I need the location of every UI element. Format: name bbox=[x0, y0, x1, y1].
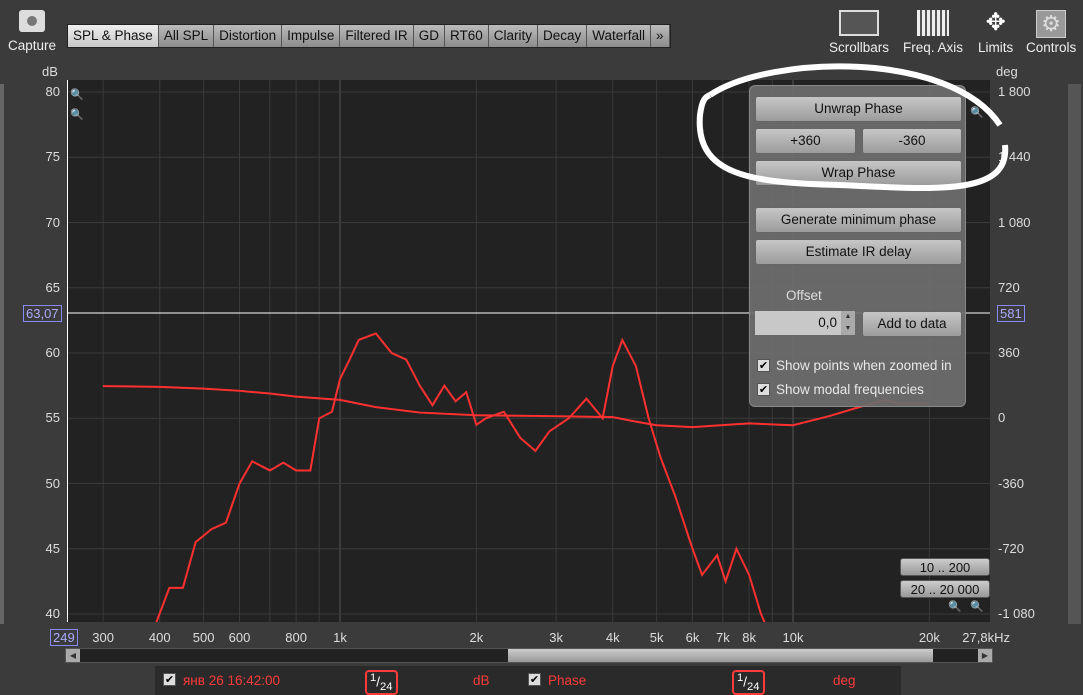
left-axis-unit: dB bbox=[42, 64, 58, 79]
x-tick-label: 6k bbox=[685, 630, 700, 645]
tab-7[interactable]: Clarity bbox=[488, 25, 538, 47]
left-tick-label: 80 bbox=[45, 84, 60, 99]
left-tick-label: 50 bbox=[45, 475, 60, 491]
cursor-db-readout: 63,07 bbox=[23, 305, 62, 322]
freq-axis-icon bbox=[917, 10, 950, 36]
right-tick-label: -1 080 bbox=[998, 606, 1035, 621]
show-points-label: Show points when zoomed in bbox=[776, 358, 952, 373]
smoothing-spl-button[interactable]: 1/24 bbox=[365, 670, 398, 695]
left-tick-label: 60 bbox=[45, 345, 60, 360]
limits-button[interactable]: ✥ Limits bbox=[978, 9, 1013, 56]
smoothing-num: 1 bbox=[737, 672, 744, 684]
tab-1[interactable]: All SPL bbox=[158, 25, 215, 47]
x-tick-label: 1k bbox=[333, 630, 347, 645]
x-tick-label: 20k bbox=[918, 630, 940, 645]
cursor-freq-readout: 249 bbox=[50, 629, 78, 646]
capture-button[interactable]: Capture bbox=[8, 10, 56, 53]
right-tick-label: 720 bbox=[998, 279, 1020, 295]
show-modal-label: Show modal frequencies bbox=[776, 382, 924, 397]
scrollbars-icon bbox=[839, 10, 880, 36]
freq-axis-button[interactable]: Freq. Axis bbox=[903, 10, 963, 55]
show-modal-checkbox[interactable]: ✔ bbox=[757, 383, 770, 396]
phase-label: Phase bbox=[548, 673, 587, 688]
camera-icon bbox=[19, 10, 46, 32]
x-tick-label: 8k bbox=[742, 630, 756, 645]
tab-0[interactable]: SPL & Phase bbox=[68, 25, 159, 47]
zoom-out-icon[interactable]: 🔍 bbox=[70, 108, 84, 121]
measurement-checkbox[interactable]: ✔ bbox=[163, 673, 176, 686]
left-tick-label: 45 bbox=[45, 540, 60, 556]
right-tick-label: 1 080 bbox=[998, 214, 1031, 230]
x-tick-label: 300 bbox=[92, 630, 114, 645]
zoom-in-icon[interactable]: 🔍 bbox=[70, 88, 84, 101]
x-tick-label: 800 bbox=[285, 630, 307, 645]
phase-unit: deg bbox=[833, 673, 856, 688]
smoothing-den: 24 bbox=[747, 681, 760, 694]
left-tick-label: 40 bbox=[45, 606, 60, 621]
measurement-name: янв 26 16:42:00 bbox=[183, 673, 281, 688]
scrollbar-thumb[interactable] bbox=[508, 649, 933, 662]
tab-6[interactable]: RT60 bbox=[444, 25, 489, 47]
tab-9[interactable]: Waterfall bbox=[587, 25, 652, 47]
smoothing-den: 24 bbox=[380, 681, 393, 694]
add-to-data-button[interactable]: Add to data bbox=[862, 311, 962, 337]
zoom-out-icon[interactable]: 🔍 bbox=[948, 600, 962, 613]
gear-icon: ⚙ bbox=[1036, 10, 1067, 38]
scrollbars-button[interactable]: Scrollbars bbox=[829, 10, 889, 55]
right-tick-label: -720 bbox=[998, 540, 1025, 556]
left-tick-label: 65 bbox=[45, 279, 60, 295]
legend-bar: ✔ янв 26 16:42:00 1/24 dB ✔ Phase 1/24 d… bbox=[155, 666, 901, 695]
x-tick-label: 7k bbox=[715, 630, 730, 645]
tab-5[interactable]: GD bbox=[413, 25, 445, 47]
x-tick-label: 400 bbox=[148, 630, 171, 645]
right-scrollbar[interactable] bbox=[1068, 84, 1081, 624]
right-tick-label: 0 bbox=[998, 410, 1006, 426]
horizontal-scrollbar[interactable]: ◀ ▶ bbox=[65, 648, 993, 663]
range-10-200-button[interactable]: 10 .. 200 bbox=[900, 558, 990, 576]
offset-label: Offset bbox=[786, 288, 822, 303]
right-tick-label: 360 bbox=[998, 345, 1020, 360]
range-20-20000-button[interactable]: 20 .. 20 000 bbox=[900, 580, 990, 598]
estimate-ir-delay-button[interactable]: Estimate IR delay bbox=[755, 239, 962, 265]
x-tick-label: 600 bbox=[228, 630, 251, 645]
controls-button[interactable]: ⚙ Controls bbox=[1026, 10, 1076, 55]
spl-unit: dB bbox=[473, 673, 490, 688]
phase-checkbox[interactable]: ✔ bbox=[528, 673, 541, 686]
smoothing-num: 1 bbox=[370, 672, 377, 684]
spl-curve bbox=[148, 332, 774, 641]
tab-10[interactable]: » bbox=[651, 25, 670, 47]
left-tick-label: 70 bbox=[45, 214, 60, 230]
show-points-checkbox[interactable]: ✔ bbox=[757, 359, 770, 372]
x-tick-label: 5k bbox=[649, 630, 664, 645]
x-tick-label: 27,8kHz bbox=[962, 630, 1010, 645]
x-tick-label: 2k bbox=[469, 630, 484, 645]
offset-stepper[interactable]: ▲ ▼ bbox=[841, 311, 855, 335]
zoom-in-icon[interactable]: 🔍 bbox=[970, 600, 984, 613]
left-tick-label: 55 bbox=[45, 410, 60, 426]
x-tick-label: 10k bbox=[782, 630, 804, 645]
tab-4[interactable]: Filtered IR bbox=[340, 25, 414, 47]
left-tick-label: 75 bbox=[45, 149, 60, 165]
scroll-right-icon[interactable]: ▶ bbox=[978, 649, 992, 662]
right-tick-label: -360 bbox=[998, 475, 1025, 491]
x-tick-label: 3k bbox=[549, 630, 563, 645]
tab-2[interactable]: Distortion bbox=[214, 25, 283, 47]
tab-bar: SPL & Phase All SPL Distortion Impulse Filte… bbox=[67, 24, 671, 48]
arrows-icon: ✥ bbox=[985, 9, 1006, 36]
x-tick-label: 500 bbox=[192, 630, 215, 645]
x-tick-label: 4k bbox=[605, 630, 620, 645]
generate-minimum-phase-button[interactable]: Generate minimum phase bbox=[755, 207, 962, 233]
cursor-deg-readout: 581 bbox=[997, 305, 1025, 322]
annotation-circle bbox=[696, 63, 1009, 191]
left-scrollbar[interactable] bbox=[0, 84, 4, 624]
offset-input[interactable]: 0,0 bbox=[755, 311, 841, 335]
tab-3[interactable]: Impulse bbox=[282, 25, 341, 47]
smoothing-phase-button[interactable]: 1/24 bbox=[732, 670, 765, 695]
scroll-left-icon[interactable]: ◀ bbox=[66, 649, 80, 662]
tab-8[interactable]: Decay bbox=[537, 25, 588, 47]
